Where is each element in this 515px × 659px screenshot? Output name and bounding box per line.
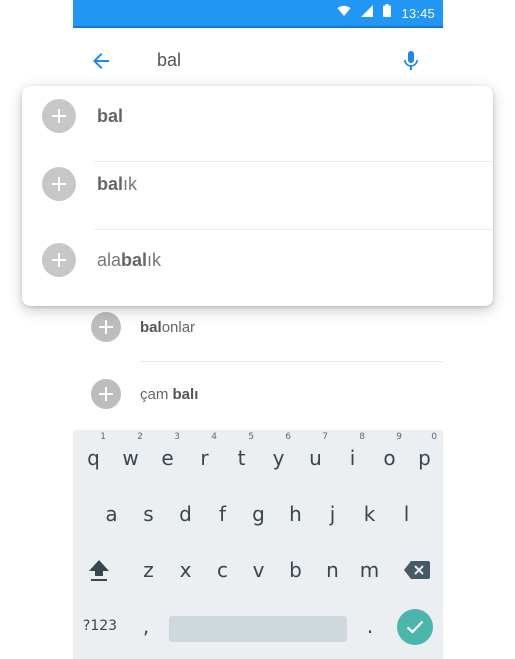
suggestion-text: alabalık <box>97 250 162 270</box>
search-bar: bal <box>73 28 443 94</box>
status-bar: 13:45 <box>73 0 443 28</box>
key-y[interactable]: y6 <box>260 432 297 480</box>
key-v[interactable]: v <box>240 548 277 592</box>
add-icon[interactable] <box>42 167 76 201</box>
soft-keyboard: q1 w2 e3 r4 t5 y6 u7 i8 o9 p0 a s d f g … <box>73 430 443 659</box>
key-z[interactable]: z <box>130 548 167 592</box>
key-period[interactable]: . <box>352 604 388 648</box>
popup-suggestion-item[interactable]: alabalık <box>22 230 493 306</box>
suggestion-text: çam balı <box>140 385 199 403</box>
add-icon[interactable] <box>42 99 76 133</box>
key-p[interactable]: p0 <box>406 432 443 480</box>
key-k[interactable]: k <box>351 492 388 536</box>
key-d[interactable]: d <box>167 492 204 536</box>
key-f[interactable]: f <box>204 492 241 536</box>
key-s[interactable]: s <box>130 492 167 536</box>
key-x[interactable]: x <box>167 548 204 592</box>
key-i[interactable]: i8 <box>334 432 371 480</box>
key-comma[interactable]: , <box>128 604 164 648</box>
keyboard-row-1: q1 w2 e3 r4 t5 y6 u7 i8 o9 p0 <box>73 432 443 492</box>
popup-suggestion-item[interactable]: balık <box>22 154 493 230</box>
add-icon[interactable] <box>42 243 76 277</box>
search-input[interactable]: bal <box>157 50 181 71</box>
check-icon[interactable] <box>397 609 433 645</box>
popup-suggestion-item[interactable]: bal <box>22 86 493 162</box>
add-icon[interactable] <box>91 379 121 409</box>
list-item[interactable]: çam balı <box>73 361 443 427</box>
key-e[interactable]: e3 <box>149 432 186 480</box>
key-u[interactable]: u7 <box>297 432 334 480</box>
battery-icon <box>383 4 392 22</box>
arrow-back-icon[interactable] <box>89 49 113 73</box>
key-a[interactable]: a <box>93 492 130 536</box>
status-time: 13:45 <box>401 5 435 21</box>
key-m[interactable]: m <box>351 548 388 592</box>
keyboard-row-3: z x c v b n m <box>73 548 443 604</box>
backspace-icon[interactable] <box>395 548 439 592</box>
key-h[interactable]: h <box>277 492 314 536</box>
symbols-key[interactable]: ?123 <box>77 604 123 648</box>
suggestion-text: bal <box>97 106 124 126</box>
wifi-icon <box>337 4 351 22</box>
key-n[interactable]: n <box>314 548 351 592</box>
key-b[interactable]: b <box>277 548 314 592</box>
mic-icon[interactable] <box>399 49 423 73</box>
suggestion-popup: bal balık alabalık <box>22 86 493 306</box>
key-w[interactable]: w2 <box>112 432 149 480</box>
key-g[interactable]: g <box>240 492 277 536</box>
key-j[interactable]: j <box>314 492 351 536</box>
key-o[interactable]: o9 <box>371 432 408 480</box>
suggestion-text: balonlar <box>140 318 196 336</box>
suggestion-text: balık <box>97 174 138 194</box>
key-l[interactable]: l <box>388 492 425 536</box>
shift-icon[interactable] <box>77 548 121 592</box>
space-key[interactable] <box>169 616 347 642</box>
key-q[interactable]: q1 <box>75 432 112 480</box>
add-icon[interactable] <box>91 312 121 342</box>
keyboard-row-4: ?123 , . <box>73 604 443 659</box>
key-c[interactable]: c <box>204 548 241 592</box>
signal-icon <box>361 4 374 22</box>
keyboard-row-2: a s d f g h j k l <box>73 492 443 548</box>
key-t[interactable]: t5 <box>223 432 260 480</box>
key-r[interactable]: r4 <box>186 432 223 480</box>
